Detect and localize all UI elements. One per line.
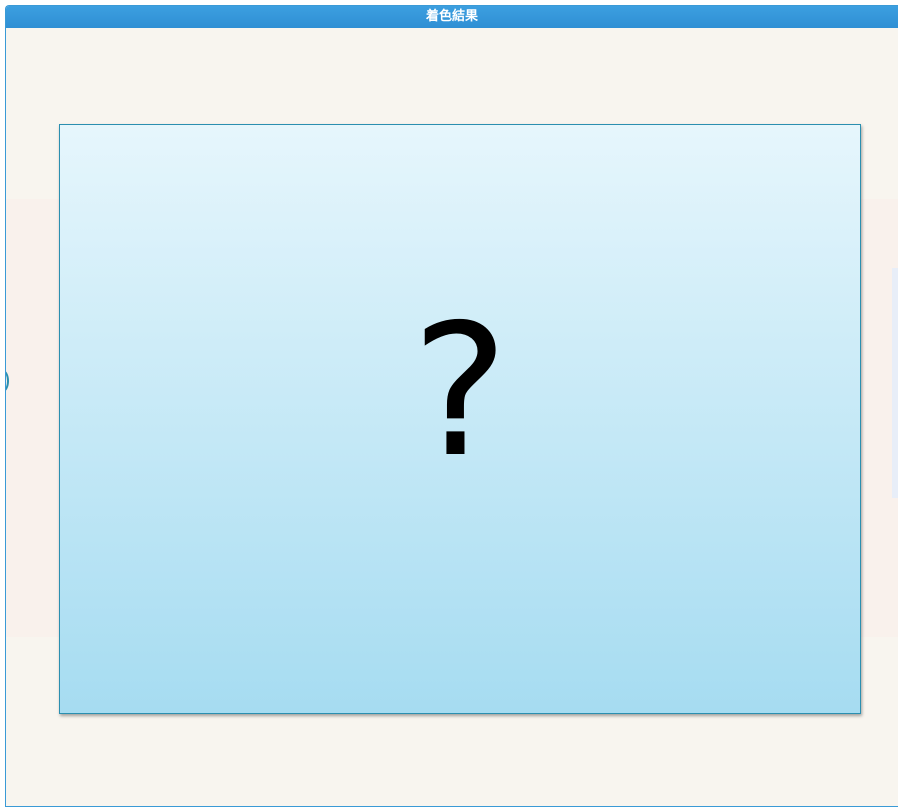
result-display-panel: ? [59,124,861,714]
right-edge-strip [892,268,898,498]
question-mark-icon: ? [411,285,509,497]
window-title: 着色結果 [6,6,898,28]
coloring-result-window: 着色結果 ? [5,5,898,807]
window-content: ? [6,28,898,806]
